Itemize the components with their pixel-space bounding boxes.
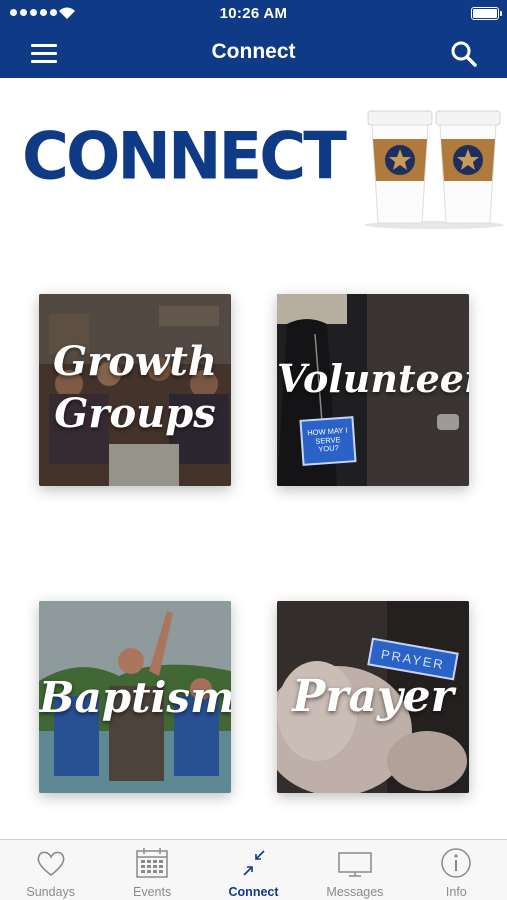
tab-messages[interactable]: Messages xyxy=(304,840,405,900)
volunteer-name-badge: HOW MAY I SERVE YOU? xyxy=(299,416,357,466)
tab-sundays[interactable]: Sundays xyxy=(0,840,101,900)
status-time: 10:26 AM xyxy=(219,5,288,22)
tab-info[interactable]: Info xyxy=(406,840,507,900)
growth-groups-label-line1: Growth xyxy=(53,338,217,385)
nav-bar: Connect xyxy=(0,28,507,78)
app-header: 10:26 AM Connect xyxy=(0,0,507,78)
tab-connect[interactable]: Connect xyxy=(203,840,304,900)
banner-title: CONNECT xyxy=(22,119,347,195)
growth-groups-label-line2: Groups xyxy=(54,390,216,437)
connect-arrows-icon xyxy=(242,850,265,876)
volunteer-badge-text: HOW MAY I SERVE YOU? xyxy=(306,425,348,454)
prayer-label: Prayer xyxy=(292,671,454,722)
monitor-icon xyxy=(338,852,372,877)
baptism-label: Baptism xyxy=(39,673,231,722)
prayer-badge-text: PRAYER xyxy=(379,646,446,673)
info-icon xyxy=(441,848,472,878)
battery-icon xyxy=(471,7,502,20)
tab-connect-label: Connect xyxy=(228,885,279,899)
heart-icon xyxy=(37,851,65,877)
tab-messages-label: Messages xyxy=(326,885,384,899)
tab-events-label: Events xyxy=(133,885,172,899)
tab-events[interactable]: Events xyxy=(101,840,202,900)
status-bar: 10:26 AM xyxy=(0,0,507,28)
prayer-tile[interactable]: PRAYER Prayer xyxy=(277,601,469,793)
page-title: Connect xyxy=(211,40,296,63)
calendar-icon xyxy=(136,848,168,878)
growth-groups-tile[interactable]: Growth Groups xyxy=(39,294,231,486)
tab-sundays-label: Sundays xyxy=(26,885,76,899)
volunteer-tile[interactable]: HOW MAY I SERVE YOU? Volunteer xyxy=(277,294,469,486)
coffee-cups-image xyxy=(364,110,504,229)
baptism-tile[interactable]: Baptism xyxy=(39,601,231,793)
volunteer-label: Volunteer xyxy=(277,356,469,401)
connect-banner: CONNECT xyxy=(0,95,507,235)
bottom-tab-bar: Sundays Events Connect Messages Info xyxy=(0,839,507,900)
tab-info-label: Info xyxy=(445,885,467,899)
search-icon[interactable] xyxy=(449,39,479,69)
